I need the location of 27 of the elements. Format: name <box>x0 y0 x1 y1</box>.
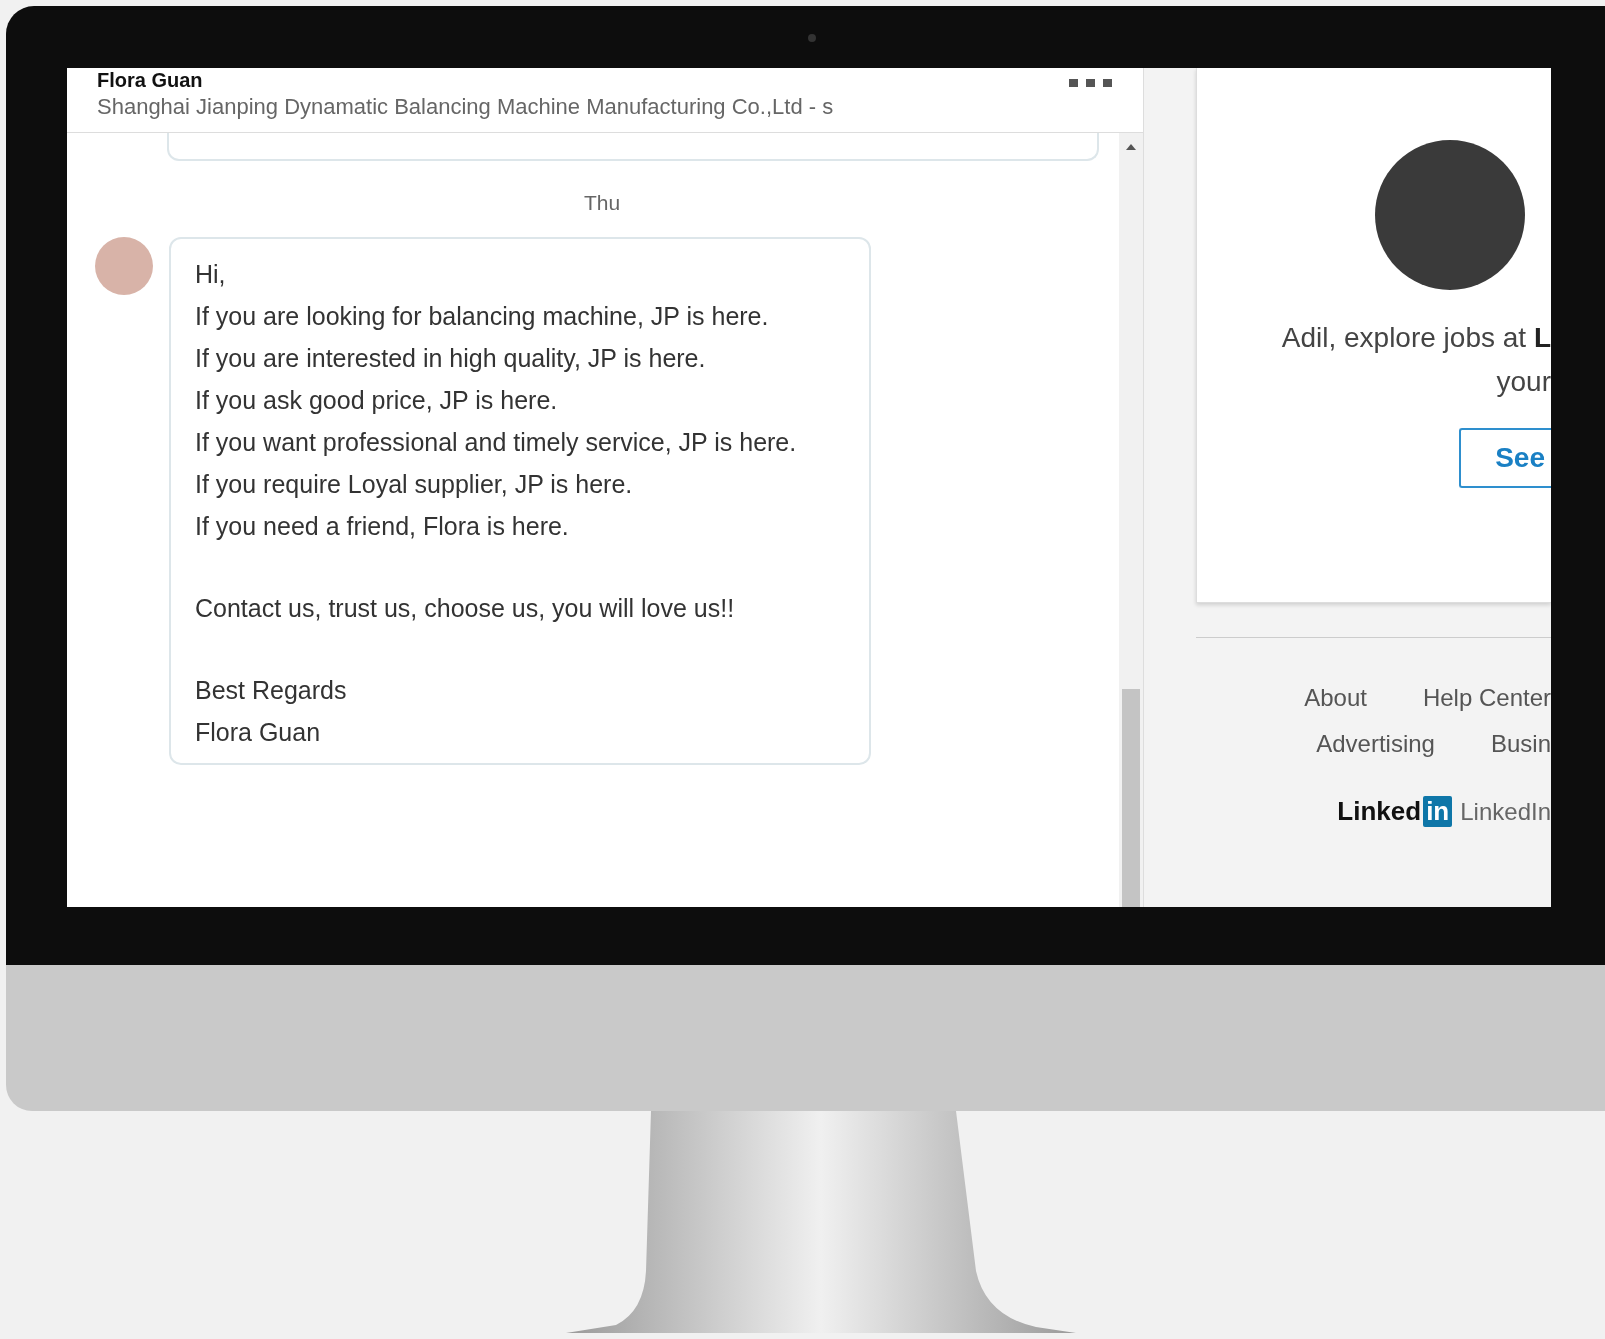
footer-link[interactable]: About <box>1304 684 1367 712</box>
contact-company: Shanghai Jianping Dynamatic Balancing Machine Manufacturing Co.,Ltd - s <box>97 93 834 121</box>
message-line: If you are interested in high quality, JP is here. <box>195 343 707 374</box>
footer-link[interactable]: Help Center <box>1422 684 1551 712</box>
camera-dot-icon <box>808 34 816 42</box>
linkedin-logo: Linked in <box>1337 796 1453 827</box>
copyright-text: LinkedIn <box>1460 797 1551 826</box>
scrollbar[interactable] <box>1119 133 1143 907</box>
message-line: If you want professional and timely service, JP is here. <box>195 427 798 458</box>
message-line: Best Regards <box>195 675 348 706</box>
footer-link[interactable]: Busin <box>1490 730 1551 758</box>
message-line: Hi, <box>195 259 227 290</box>
footer-link[interactable]: Advertising <box>1316 730 1435 758</box>
see-jobs-button[interactable]: See <box>1459 428 1551 488</box>
message-line: If you require Loyal supplier, JP is here. <box>195 469 634 500</box>
contact-name: Flora Guan <box>97 68 204 92</box>
scroll-thumb[interactable] <box>1122 689 1140 907</box>
message-line: Contact us, trust us, choose us, you will love us!! <box>195 593 736 624</box>
promo-text: Adil, explore jobs at L <box>1281 321 1551 355</box>
message-line: If you are looking for balancing machine, JP is here. <box>195 301 770 332</box>
promo-text: your <box>1495 365 1551 399</box>
day-label: Thu <box>582 191 622 215</box>
scroll-up-icon[interactable] <box>1125 143 1137 151</box>
message-line: If you ask good price, JP is here. <box>195 385 559 416</box>
more-options-icon[interactable] <box>1069 78 1113 88</box>
message-line: Flora Guan <box>195 717 322 748</box>
message-line: If you need a friend, Flora is here. <box>195 511 570 542</box>
